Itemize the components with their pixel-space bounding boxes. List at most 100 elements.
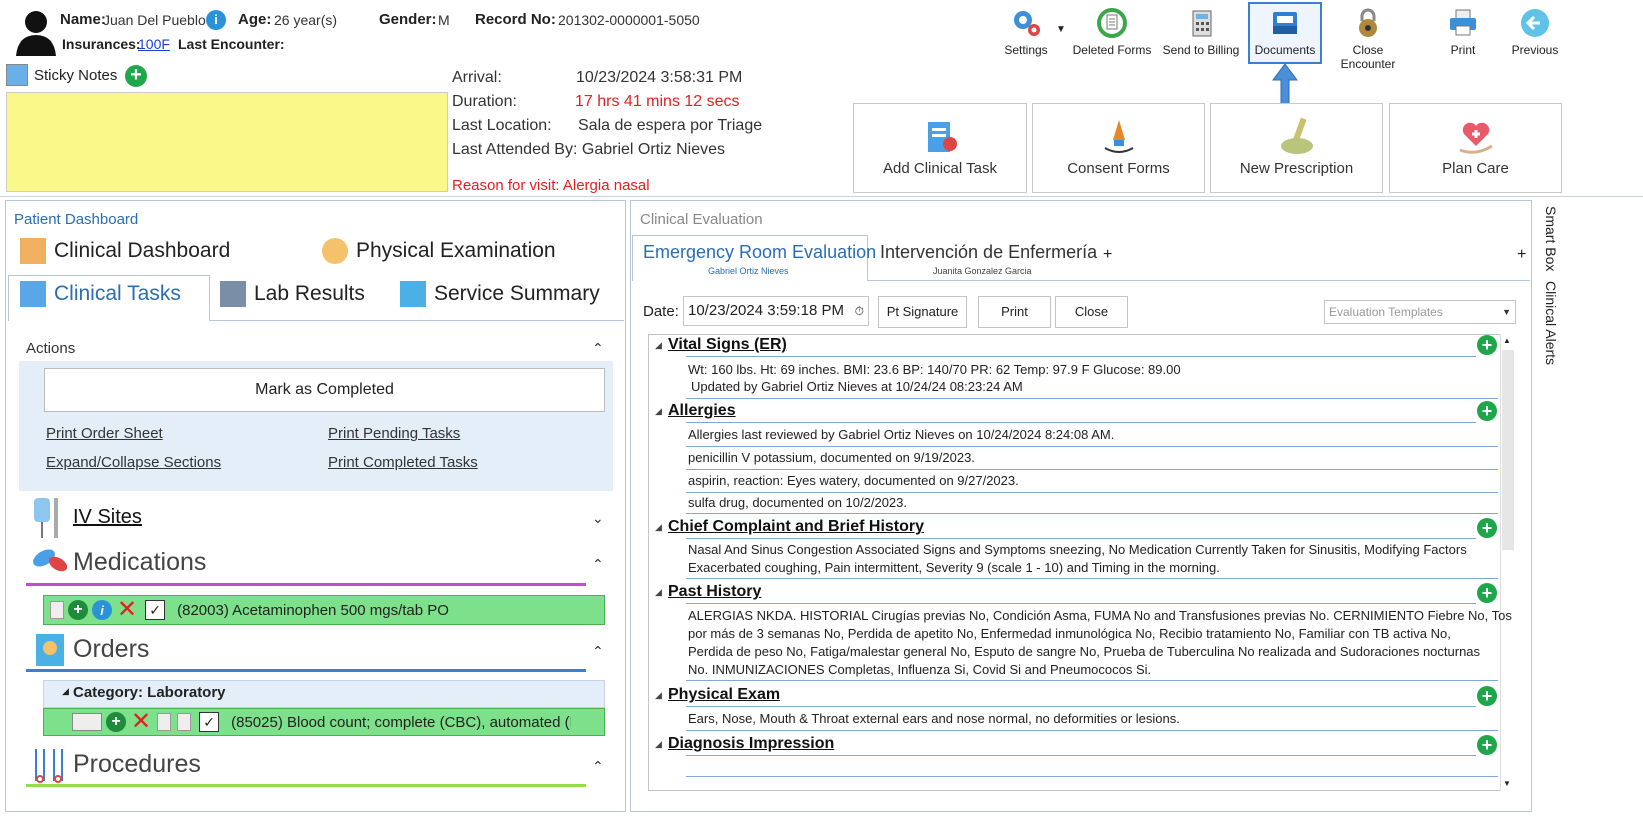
- chief-complaint-heading: Chief Complaint and Brief History: [668, 518, 925, 535]
- add-sticky-note-button[interactable]: +: [125, 65, 147, 87]
- documents-button[interactable]: Documents: [1248, 2, 1322, 64]
- notes-icon[interactable]: [177, 713, 192, 731]
- insurances-label: Insurances:: [62, 36, 141, 52]
- medication-row[interactable]: + i ✕ ✓ (82003) Acetaminophen 500 mgs/ta…: [43, 595, 605, 625]
- collapse-triangle-icon[interactable]: ◢: [655, 587, 662, 598]
- collapse-triangle-icon[interactable]: ◢: [655, 690, 662, 701]
- calendar-icon: [400, 281, 426, 307]
- send-to-billing-button[interactable]: Send to Billing: [1160, 4, 1242, 62]
- reason-for-visit: Reason for visit: Alergia nasal: [452, 177, 650, 194]
- record-number: 201302-0000001-5050: [558, 12, 700, 28]
- plan-care-button[interactable]: Plan Care: [1389, 103, 1562, 193]
- past-history-line: ALERGIAS NKDA. HISTORIAL Cirugías previa…: [688, 608, 1512, 623]
- add-physical-exam-button[interactable]: +: [1477, 686, 1497, 706]
- close-encounter-label: Close Encounter: [1340, 43, 1396, 71]
- clinical-alerts-tab[interactable]: Clinical Alerts: [1543, 281, 1559, 365]
- expand-collapse-link[interactable]: Expand/Collapse Sections: [46, 454, 221, 471]
- delete-icon[interactable]: ✕: [117, 598, 137, 622]
- section-line: [686, 422, 1476, 423]
- category-label: Category: Laboratory: [73, 684, 226, 701]
- tab-enfermeria-label[interactable]: Intervención de Enfermería: [880, 242, 1097, 263]
- delete-icon[interactable]: ✕: [131, 710, 151, 734]
- scroll-up-icon[interactable]: ▲: [1503, 336, 1511, 345]
- add-tab-icon[interactable]: +: [1103, 246, 1112, 264]
- chevron-up-icon[interactable]: ⌃: [592, 340, 604, 357]
- info-icon[interactable]: i: [92, 600, 112, 620]
- tab-lab-results[interactable]: Lab Results: [220, 281, 365, 307]
- tab-clinical-dashboard[interactable]: Clinical Dashboard: [20, 238, 230, 264]
- mark-as-completed-button[interactable]: Mark as Completed: [44, 368, 605, 412]
- scroll-down-icon[interactable]: ▼: [1503, 779, 1511, 788]
- add-clinical-task-label: Add Clinical Task: [883, 160, 997, 177]
- tab-physical-examination[interactable]: Physical Examination: [322, 238, 556, 264]
- collapse-triangle-icon[interactable]: ◢: [655, 406, 662, 417]
- chevron-down-icon[interactable]: ⌄: [592, 510, 604, 527]
- orders-underline: [26, 669, 586, 672]
- add-allergy-button[interactable]: +: [1477, 401, 1497, 421]
- add-clinical-task-button[interactable]: Add Clinical Task: [853, 103, 1027, 193]
- add-chief-complaint-button[interactable]: +: [1477, 518, 1497, 538]
- collapse-triangle-icon[interactable]: ◢: [655, 522, 662, 533]
- document-icon[interactable]: [50, 601, 64, 619]
- collapse-triangle-icon[interactable]: ◢: [655, 739, 662, 750]
- document-icon[interactable]: [157, 713, 172, 731]
- collapse-triangle-icon[interactable]: ◢: [62, 686, 69, 697]
- add-icon[interactable]: +: [106, 712, 126, 732]
- add-past-history-button[interactable]: +: [1477, 583, 1497, 603]
- pt-signature-button[interactable]: Pt Signature: [878, 296, 967, 328]
- header-divider: [0, 196, 1643, 197]
- iv-sites-heading[interactable]: IV Sites: [73, 506, 142, 529]
- tab-physical-examination-label: Physical Examination: [356, 239, 556, 262]
- print-button[interactable]: Print: [1438, 4, 1488, 62]
- pills-icon: [33, 549, 68, 572]
- smart-box-tab[interactable]: Smart Box: [1543, 206, 1559, 271]
- checkbox-icon[interactable]: ✓: [145, 600, 166, 620]
- previous-button[interactable]: Previous: [1510, 4, 1560, 62]
- back-arrow-icon: [1521, 9, 1549, 37]
- section-line: [686, 706, 1476, 707]
- evaluation-templates-select[interactable]: Evaluation Templates ▼: [1324, 300, 1516, 324]
- settings-dropdown-icon[interactable]: ▼: [1056, 24, 1066, 35]
- scrollbar-thumb[interactable]: [1502, 350, 1514, 550]
- add-vital-signs-button[interactable]: +: [1477, 335, 1497, 355]
- tab-clinical-tasks[interactable]: Clinical Tasks: [20, 281, 181, 307]
- diagnosis-heading: Diagnosis Impression: [668, 735, 835, 752]
- chevron-up-icon[interactable]: ⌃: [592, 758, 604, 775]
- allergy-line: Allergies last reviewed by Gabriel Ortiz…: [688, 427, 1115, 442]
- settings-button[interactable]: Settings: [1000, 4, 1052, 62]
- new-prescription-button[interactable]: New Prescription: [1210, 103, 1383, 193]
- past-history-heading: Past History: [668, 583, 762, 600]
- print-order-sheet-link[interactable]: Print Order Sheet: [46, 425, 163, 442]
- deleted-forms-button[interactable]: Deleted Forms: [1070, 4, 1154, 62]
- location-label: Last Location:: [452, 117, 552, 134]
- dropdown-icon[interactable]: [72, 713, 102, 731]
- collapse-triangle-icon[interactable]: ◢: [655, 340, 662, 351]
- add-tab-right-icon[interactable]: +: [1517, 246, 1526, 264]
- chevron-up-icon[interactable]: ⌃: [592, 556, 604, 573]
- sticky-notes-icon: [6, 64, 28, 86]
- print-completed-tasks-link[interactable]: Print Completed Tasks: [328, 454, 478, 471]
- tab-service-summary[interactable]: Service Summary: [400, 281, 600, 307]
- checkbox-icon[interactable]: ✓: [199, 712, 220, 732]
- order-row[interactable]: + ✕ ✓ (85025) Blood count; complete (CBC…: [43, 708, 605, 736]
- section-line: [686, 492, 1498, 493]
- chevron-up-icon[interactable]: ⌃: [592, 643, 604, 660]
- age-label: Age:: [238, 11, 272, 28]
- add-diagnosis-button[interactable]: +: [1477, 735, 1497, 755]
- date-input[interactable]: 10/23/2024 3:59:18 PM ⏱: [683, 296, 869, 326]
- close-encounter-button[interactable]: Close Encounter: [1326, 4, 1410, 71]
- calendar-picker-icon[interactable]: ⏱: [855, 297, 864, 325]
- evaluation-close-button[interactable]: Close: [1055, 296, 1128, 328]
- info-icon[interactable]: i: [206, 10, 226, 30]
- patient-name: Juan Del Pueblo: [103, 12, 206, 28]
- sticky-note-area[interactable]: [6, 92, 448, 192]
- consent-forms-label: Consent Forms: [1067, 160, 1170, 177]
- tasks-icon: [20, 281, 46, 307]
- consent-forms-button[interactable]: Consent Forms: [1032, 103, 1205, 193]
- tab-clinical-dashboard-label: Clinical Dashboard: [54, 239, 231, 262]
- gear-icon: [1014, 11, 1040, 36]
- insurance-link[interactable]: 100F: [138, 36, 170, 52]
- add-icon[interactable]: +: [68, 600, 88, 620]
- print-pending-tasks-link[interactable]: Print Pending Tasks: [328, 425, 460, 442]
- evaluation-print-button[interactable]: Print: [978, 296, 1051, 328]
